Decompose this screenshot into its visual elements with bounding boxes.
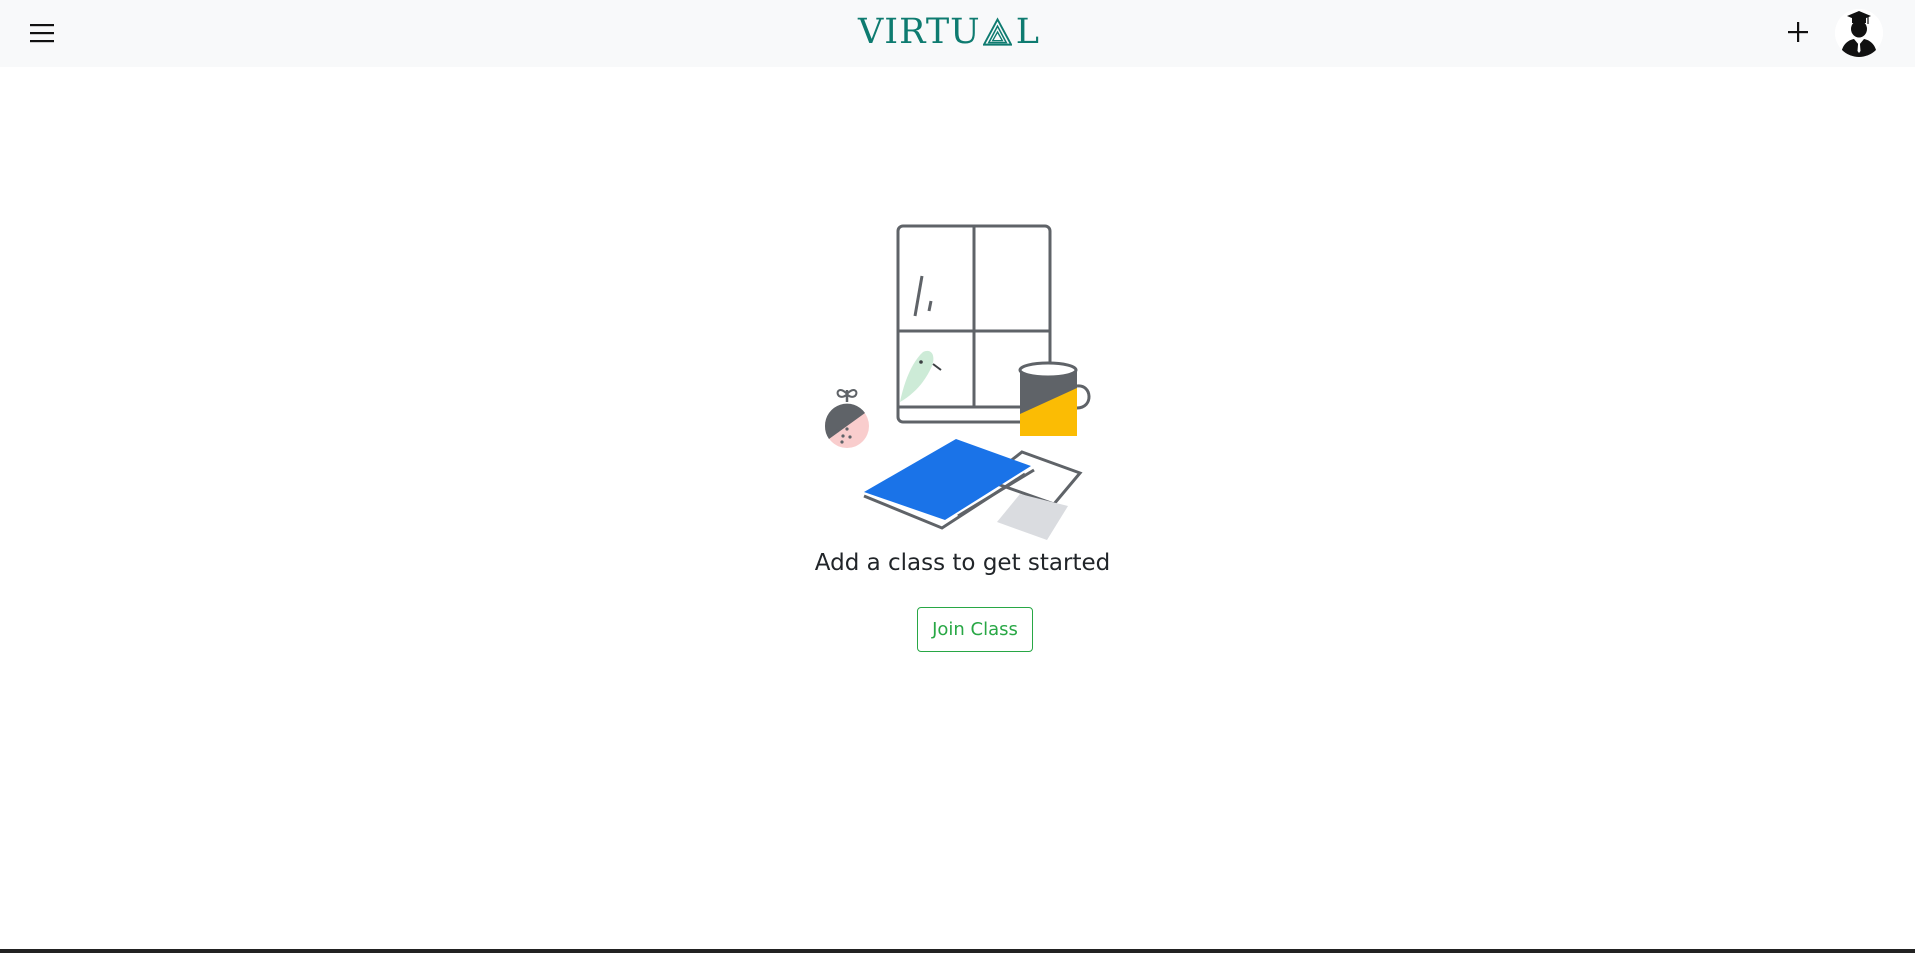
menu-button[interactable] (24, 15, 60, 51)
desk-window-illustration-icon (824, 224, 1091, 540)
navbar: VIRTU L (0, 0, 1915, 67)
brand-text-start: VIRTU (858, 12, 981, 52)
brand-text-end: L (1015, 12, 1040, 52)
page: VIRTU L Add a class to get started Join … (0, 0, 1915, 953)
empty-state-message: Add a class to get started (814, 550, 1111, 576)
join-class-button[interactable]: Join Class (917, 607, 1033, 652)
user-avatar[interactable] (1835, 9, 1883, 57)
triangle-a-logo-icon (982, 17, 1012, 46)
add-class-button[interactable] (1783, 14, 1813, 50)
hamburger-menu-icon (30, 24, 54, 43)
plus-icon (1788, 22, 1808, 42)
empty-classes-illustration (820, 222, 1100, 542)
graduate-avatar-icon (1835, 9, 1883, 57)
brand-logo[interactable]: VIRTU L (858, 11, 1040, 53)
bottom-border (0, 949, 1915, 953)
